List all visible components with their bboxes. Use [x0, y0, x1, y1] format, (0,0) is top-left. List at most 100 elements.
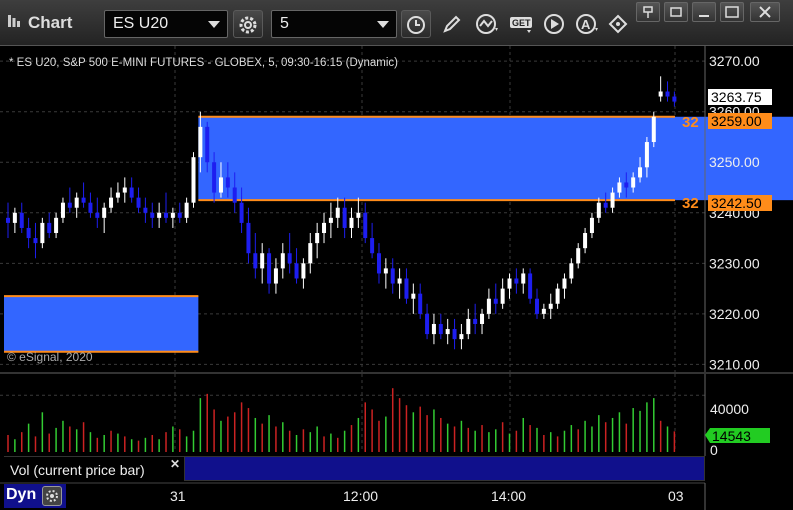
- toolbar: Chart ES U20 5 GET A: [0, 0, 793, 46]
- symbol-combo[interactable]: ES U20: [104, 10, 228, 38]
- candle-body: [95, 212, 100, 218]
- candle-body: [569, 263, 574, 279]
- dynamic-mode-label: Dyn: [6, 486, 37, 503]
- candle-body: [452, 329, 457, 340]
- volume-tick-0: 0: [710, 442, 718, 456]
- interval-combo[interactable]: 5: [271, 10, 397, 38]
- price-zone: [4, 296, 199, 352]
- candle-body: [260, 253, 265, 269]
- link-button[interactable]: [604, 10, 634, 38]
- candle-body: [294, 263, 299, 279]
- restore-icon: [670, 7, 682, 17]
- candle-body: [287, 253, 292, 264]
- upper-line-marker: 32: [682, 114, 699, 131]
- candle-body: [576, 248, 581, 264]
- candle-body: [115, 192, 120, 198]
- candle-body: [555, 288, 560, 304]
- get-button[interactable]: GET: [506, 10, 536, 38]
- candle-body: [322, 222, 327, 234]
- candle-body: [225, 177, 230, 188]
- svg-text:GET: GET: [512, 18, 531, 28]
- candle-body: [651, 116, 656, 143]
- candle-body: [308, 243, 313, 264]
- candle-body: [136, 197, 141, 208]
- candle-body: [40, 222, 45, 244]
- pin-icon: [643, 6, 653, 18]
- chart-header: * ES U20, S&P 500 E-MINI FUTURES - GLOBE…: [9, 57, 398, 69]
- chart-app-icon: [8, 15, 20, 27]
- lower-line-marker: 32: [682, 195, 699, 212]
- candle-body: [644, 142, 649, 168]
- minimize-button[interactable]: [692, 2, 716, 22]
- svg-text:A: A: [581, 17, 591, 32]
- chevron-down-icon: [208, 21, 220, 28]
- candle-body: [534, 298, 539, 314]
- candle-body: [205, 126, 210, 163]
- candle-body: [239, 202, 244, 223]
- candle-body: [253, 253, 258, 269]
- price-chart[interactable]: 3270.003260.003250.003240.003230.003220.…: [0, 46, 793, 372]
- candle-body: [273, 268, 278, 284]
- candle-body: [390, 268, 395, 284]
- settings-button[interactable]: [233, 10, 263, 38]
- get-icon: GET: [510, 17, 532, 33]
- last-volume-label: 14543: [712, 428, 751, 444]
- maximize-icon: [725, 6, 739, 18]
- candle-body: [328, 217, 333, 223]
- candle-body: [19, 212, 24, 228]
- candle-body: [445, 329, 450, 335]
- study-button[interactable]: [472, 10, 502, 38]
- candle-body: [267, 253, 272, 284]
- price-tick: 3250.00: [709, 154, 760, 170]
- candle-body: [177, 212, 182, 218]
- candle-body: [47, 222, 52, 234]
- candle-body: [164, 212, 169, 218]
- candle-body: [315, 233, 320, 244]
- time-label-03: 03: [668, 488, 684, 504]
- volume-label-strip: [184, 456, 705, 481]
- chevron-down-icon: [377, 21, 389, 28]
- candle-body: [521, 273, 526, 284]
- alert-button[interactable]: A: [572, 10, 602, 38]
- candle-body: [280, 253, 285, 269]
- volume-chart[interactable]: 40000 0 14543: [0, 374, 793, 456]
- draw-tool-button[interactable]: [438, 10, 468, 38]
- pin-button[interactable]: [636, 2, 660, 22]
- candle-body: [438, 323, 443, 335]
- candle-body: [363, 212, 368, 239]
- candle-body: [67, 202, 72, 208]
- price-tick: 3270.00: [709, 53, 760, 69]
- candle-body: [610, 192, 615, 208]
- candle-body: [383, 268, 388, 274]
- interval-clock-button[interactable]: [401, 10, 431, 38]
- price-tick: 3220.00: [709, 306, 760, 322]
- candle-body: [418, 293, 423, 314]
- window-title: Chart: [28, 13, 73, 32]
- candle-body: [6, 217, 10, 223]
- upper-line-price: 3259.00: [711, 113, 762, 129]
- chart-window: Chart ES U20 5 GET A 3270.00 3260.00 325…: [0, 0, 793, 510]
- pencil-icon: [443, 15, 461, 33]
- candle-body: [122, 187, 127, 193]
- close-button[interactable]: [750, 2, 780, 22]
- time-label-31: 31: [170, 488, 186, 504]
- candle-body: [507, 278, 512, 289]
- play-button[interactable]: [540, 10, 570, 38]
- close-icon[interactable]: ✕: [170, 457, 180, 471]
- candle-body: [528, 273, 533, 299]
- maximize-button[interactable]: [720, 2, 744, 22]
- lock-settings-button[interactable]: [42, 486, 62, 506]
- last-price-tag: 3263.75: [708, 89, 772, 105]
- price-tick: 3230.00: [709, 255, 760, 271]
- candle-body: [658, 91, 663, 97]
- time-label-1200: 12:00: [343, 488, 378, 504]
- gear-lock-icon: [46, 490, 58, 502]
- candle-body: [583, 233, 588, 249]
- volume-bars: [7, 388, 676, 452]
- volume-study-label[interactable]: Vol (current price bar): [4, 456, 184, 481]
- restore-button[interactable]: [664, 2, 688, 22]
- candle-body: [54, 217, 59, 234]
- candle-body: [480, 313, 485, 324]
- candle-body: [425, 313, 430, 335]
- candle-body: [459, 334, 464, 340]
